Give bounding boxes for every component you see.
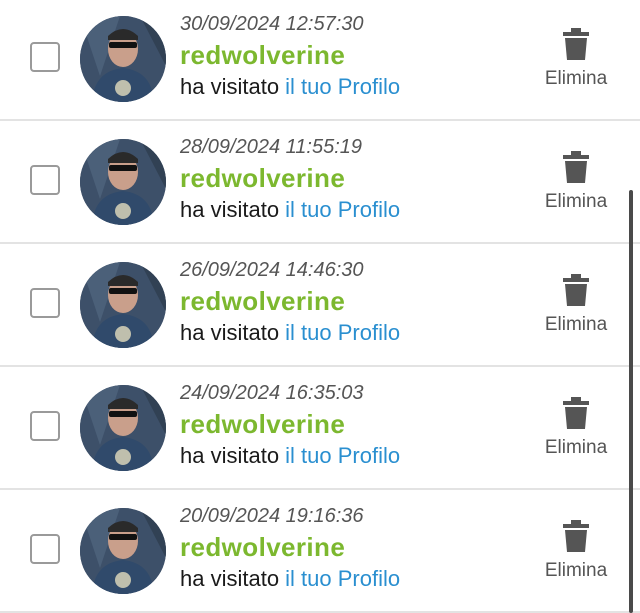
delete-label: Elimina	[544, 68, 608, 89]
profile-link[interactable]: il tuo Profilo	[285, 197, 400, 222]
action-text: ha visitato	[180, 197, 286, 222]
avatar[interactable]	[80, 16, 166, 102]
timestamp: 26/09/2024 14:46:30	[180, 259, 364, 281]
select-checkbox[interactable]	[30, 534, 60, 564]
delete-button[interactable]: Elimina	[536, 28, 616, 100]
delete-button[interactable]: Elimina	[536, 274, 616, 346]
delete-button[interactable]: Elimina	[536, 397, 616, 469]
avatar[interactable]	[80, 385, 166, 471]
action-text: ha visitato	[180, 74, 286, 99]
timestamp: 20/09/2024 19:16:36	[180, 505, 364, 527]
notification-message: ha visitato il tuo Profilo	[180, 74, 400, 100]
notification-message: ha visitato il tuo Profilo	[180, 566, 400, 592]
select-checkbox[interactable]	[30, 42, 60, 72]
notification-row: 28/09/2024 11:55:19 redwolverine ha visi…	[0, 123, 640, 244]
delete-label: Elimina	[544, 191, 608, 212]
select-checkbox[interactable]	[30, 288, 60, 318]
timestamp: 24/09/2024 16:35:03	[180, 382, 364, 404]
action-text: ha visitato	[180, 443, 286, 468]
profile-link[interactable]: il tuo Profilo	[285, 566, 400, 591]
trash-icon	[563, 274, 589, 306]
select-checkbox[interactable]	[30, 165, 60, 195]
action-text: ha visitato	[180, 566, 286, 591]
avatar[interactable]	[80, 139, 166, 225]
delete-button[interactable]: Elimina	[536, 151, 616, 223]
username-link[interactable]: redwolverine	[180, 40, 345, 71]
delete-button[interactable]: Elimina	[536, 520, 616, 592]
profile-link[interactable]: il tuo Profilo	[285, 320, 400, 345]
notification-message: ha visitato il tuo Profilo	[180, 197, 400, 223]
profile-link[interactable]: il tuo Profilo	[285, 443, 400, 468]
notification-message: ha visitato il tuo Profilo	[180, 320, 400, 346]
trash-icon	[563, 151, 589, 183]
trash-icon	[563, 520, 589, 552]
username-link[interactable]: redwolverine	[180, 163, 345, 194]
username-link[interactable]: redwolverine	[180, 532, 345, 563]
action-text: ha visitato	[180, 320, 286, 345]
timestamp: 30/09/2024 12:57:30	[180, 13, 364, 35]
username-link[interactable]: redwolverine	[180, 409, 345, 440]
notification-message: ha visitato il tuo Profilo	[180, 443, 400, 469]
trash-icon	[563, 28, 589, 60]
notification-list: 30/09/2024 12:57:30 redwolverine ha visi…	[0, 0, 640, 613]
scrollbar[interactable]	[629, 190, 633, 613]
delete-label: Elimina	[544, 314, 608, 335]
notification-row: 30/09/2024 12:57:30 redwolverine ha visi…	[0, 0, 640, 121]
profile-link[interactable]: il tuo Profilo	[285, 74, 400, 99]
username-link[interactable]: redwolverine	[180, 286, 345, 317]
avatar[interactable]	[80, 508, 166, 594]
notification-row: 26/09/2024 14:46:30 redwolverine ha visi…	[0, 246, 640, 367]
notification-row: 24/09/2024 16:35:03 redwolverine ha visi…	[0, 369, 640, 490]
select-checkbox[interactable]	[30, 411, 60, 441]
delete-label: Elimina	[544, 437, 608, 458]
timestamp: 28/09/2024 11:55:19	[180, 136, 363, 158]
delete-label: Elimina	[544, 560, 608, 581]
avatar[interactable]	[80, 262, 166, 348]
trash-icon	[563, 397, 589, 429]
notification-row: 20/09/2024 19:16:36 redwolverine ha visi…	[0, 492, 640, 613]
